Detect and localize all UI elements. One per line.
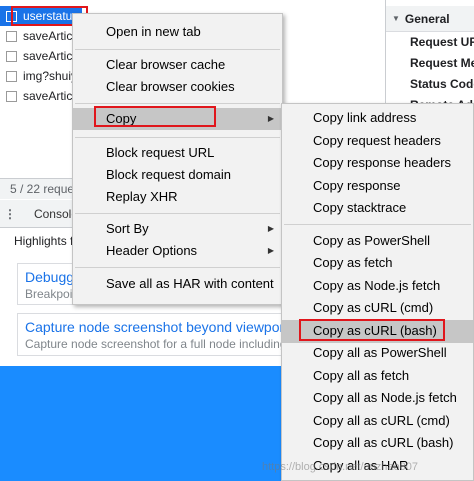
network-status-bar: 5 / 22 requests: [0, 178, 78, 199]
highlights-heading: Highlights from: [14, 234, 78, 248]
menu-item-copy-response-headers[interactable]: Copy response headers: [282, 152, 473, 175]
menu-separator: [284, 224, 471, 225]
headers-panel: ▼ General Request URL Request Method Sta…: [385, 0, 474, 112]
menu-item-label: Header Options: [106, 243, 198, 258]
whats-new-card[interactable]: Capture node screenshot beyond viewport …: [17, 313, 289, 356]
annotation-box-copy: [94, 106, 216, 127]
more-options-icon[interactable]: ⋮: [0, 207, 20, 221]
collapse-triangle-icon[interactable]: ▼: [392, 14, 400, 23]
menu-item-copy-response[interactable]: Copy response: [282, 175, 473, 198]
menu-item-copy-all-as-curl-cmd[interactable]: Copy all as cURL (cmd): [282, 410, 473, 433]
watermark: https://blog.csdn.net/unzhao007: [262, 461, 418, 473]
copy-submenu: Copy link address Copy request headers C…: [281, 103, 474, 481]
menu-item-copy-as-powershell[interactable]: Copy as PowerShell: [282, 230, 473, 253]
header-key: Request URL: [410, 35, 474, 49]
request-row[interactable]: img?shuiy: [0, 66, 82, 86]
request-checkbox[interactable]: [6, 70, 17, 82]
menu-item-copy-link-address[interactable]: Copy link address: [282, 107, 473, 130]
menu-separator: [75, 267, 280, 268]
menu-item-copy-as-curl-cmd[interactable]: Copy as cURL (cmd): [282, 297, 473, 320]
menu-item-clear-cookies[interactable]: Clear browser cookies: [73, 76, 282, 98]
menu-item-block-domain[interactable]: Block request domain: [73, 164, 282, 186]
menu-item-header-options[interactable]: Header Options ▶: [73, 240, 282, 262]
general-section-header[interactable]: ▼ General: [386, 6, 474, 32]
menu-item-copy-request-headers[interactable]: Copy request headers: [282, 130, 473, 153]
request-checkbox[interactable]: [6, 90, 17, 102]
menu-item-label: Sort By: [106, 221, 149, 236]
menu-item-copy-stacktrace[interactable]: Copy stacktrace: [282, 197, 473, 220]
card-title[interactable]: Capture node screenshot beyond viewport: [25, 319, 288, 336]
general-section-title: General: [404, 11, 450, 26]
menu-item-copy-all-as-fetch[interactable]: Copy all as fetch: [282, 365, 473, 388]
request-row[interactable]: saveArticle: [0, 46, 82, 66]
context-menu: Open in new tab Clear browser cache Clea…: [72, 13, 283, 305]
menu-item-copy-all-as-curl-bash[interactable]: Copy all as cURL (bash): [282, 432, 473, 455]
menu-item-clear-cache[interactable]: Clear browser cache: [73, 54, 282, 76]
menu-item-copy-all-as-nodejs-fetch[interactable]: Copy all as Node.js fetch: [282, 387, 473, 410]
card-description: Capture node screenshot for a full node …: [25, 337, 287, 351]
menu-separator: [75, 137, 280, 138]
header-key: Request Method: [410, 56, 474, 70]
request-row[interactable]: saveArticle: [0, 86, 82, 106]
request-row[interactable]: saveArticle: [0, 26, 82, 46]
drawer-tabbar: ⋮ Console: [0, 200, 78, 228]
submenu-arrow-icon: ▶: [267, 114, 274, 123]
annotation-box-curl-bash: [299, 319, 445, 341]
menu-item-copy-as-nodejs-fetch[interactable]: Copy as Node.js fetch: [282, 275, 473, 298]
menu-separator: [75, 213, 280, 214]
menu-separator: [75, 49, 280, 50]
menu-item-replay-xhr[interactable]: Replay XHR: [73, 186, 282, 208]
submenu-arrow-icon: ▶: [267, 246, 274, 255]
menu-separator: [75, 103, 280, 104]
submenu-arrow-icon: ▶: [267, 224, 274, 233]
request-checkbox[interactable]: [6, 50, 17, 62]
menu-item-open-new-tab[interactable]: Open in new tab: [73, 21, 282, 43]
menu-item-sort-by[interactable]: Sort By ▶: [73, 218, 282, 240]
request-name: img?shuiy: [23, 69, 78, 83]
request-checkbox[interactable]: [6, 30, 17, 42]
tab-console[interactable]: Console: [20, 207, 78, 221]
header-key: Status Code: [410, 77, 474, 91]
menu-item-copy-all-as-powershell[interactable]: Copy all as PowerShell: [282, 342, 473, 365]
menu-item-block-url[interactable]: Block request URL: [73, 142, 282, 164]
menu-item-save-har[interactable]: Save all as HAR with content: [73, 273, 282, 295]
menu-item-copy-as-fetch[interactable]: Copy as fetch: [282, 252, 473, 275]
